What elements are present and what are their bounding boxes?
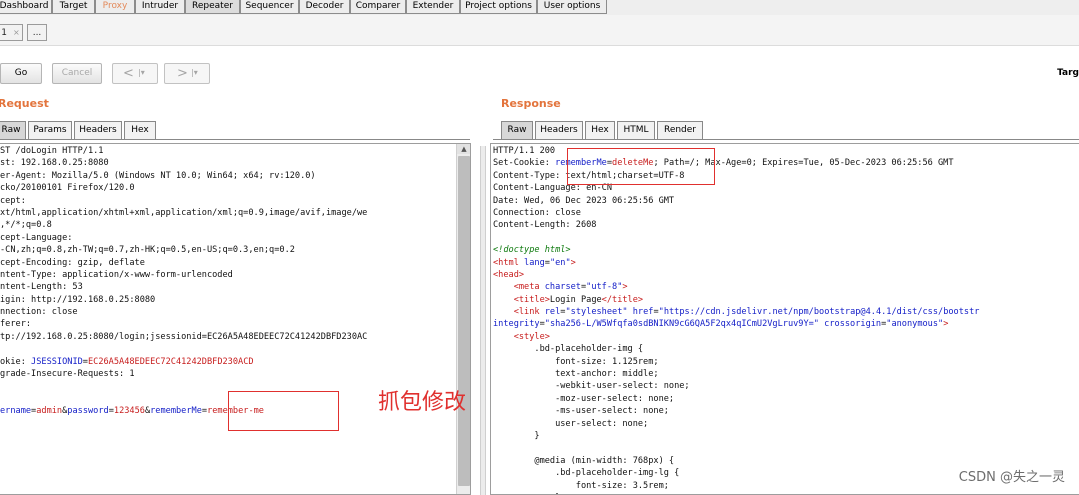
- request-line: cept-Encoding: gzip, deflate: [0, 257, 145, 268]
- request-line: st: 192.168.0.25:8080: [0, 158, 109, 169]
- highlight-box-rememberme-param: [228, 391, 339, 431]
- request-line: ST /doLogin HTTP/1.1: [0, 146, 104, 156]
- tab-repeater[interactable]: Repeater: [185, 0, 240, 14]
- response-line: <style>: [513, 331, 550, 342]
- response-tab-hex[interactable]: Hex: [585, 121, 615, 140]
- request-tab-params[interactable]: Params: [28, 121, 72, 140]
- response-line: Content-Type: text/html;charset=UTF-8: [493, 170, 685, 181]
- response-line: }: [493, 430, 540, 441]
- dropdown-icon: |▾: [138, 68, 145, 77]
- response-line: font-size: 3.5rem;: [493, 480, 669, 491]
- response-line: HTTP/1.1 200: [493, 146, 556, 156]
- response-line: text-anchor: middle;: [493, 369, 659, 380]
- tab-underline: [0, 139, 470, 140]
- request-line: grade-Insecure-Requests: 1: [0, 369, 135, 380]
- request-line: cept-Language:: [0, 232, 73, 243]
- response-tab-html[interactable]: HTML: [617, 121, 655, 140]
- target-label[interactable]: Targ: [1057, 68, 1079, 78]
- request-line: okie: JSESSIONID=EC26A5A48EDEEC72C41242D…: [0, 356, 254, 367]
- response-line: Set-Cookie: rememberMe=deleteMe; Path=/;…: [493, 158, 954, 169]
- tab-user-options[interactable]: User options: [537, 0, 607, 14]
- request-line: -CN,zh;q=0.8,zh-TW;q=0.7,zh-HK;q=0.5,en-…: [0, 245, 295, 256]
- request-line: cko/20100101 Firefox/120.0: [0, 183, 135, 194]
- main-tab-bar: Dashboard Target Proxy Intruder Repeater…: [0, 0, 1079, 16]
- request-line: er-Agent: Mozilla/5.0 (Windows NT 10.0; …: [0, 170, 316, 181]
- response-raw-text[interactable]: HTTP/1.1 200 Set-Cookie: rememberMe=delet…: [493, 145, 980, 494]
- response-title: Response: [501, 97, 561, 110]
- watermark: CSDN @失之一灵: [958, 470, 1065, 485]
- response-line: Content-Length: 2608: [493, 220, 597, 231]
- highlight-box-set-cookie: [567, 148, 715, 185]
- response-line: Date: Wed, 06 Dec 2023 06:25:56 GMT: [493, 195, 675, 206]
- response-line: Content-Language: en-CN: [493, 183, 612, 194]
- request-line: ntent-Type: application/x-www-form-urlen…: [0, 269, 233, 280]
- tab-extender[interactable]: Extender: [406, 0, 460, 14]
- subtab-new[interactable]: ...: [27, 24, 47, 41]
- request-tab-raw[interactable]: Raw: [0, 121, 26, 140]
- subtab-label: 1: [1, 28, 8, 38]
- response-line: user-select: none;: [493, 418, 649, 429]
- request-tab-headers[interactable]: Headers: [74, 121, 122, 140]
- repeater-subtab-bar: 1 × ...: [0, 15, 1079, 45]
- request-scrollbar[interactable]: ▲: [456, 144, 470, 494]
- tab-proxy[interactable]: Proxy: [95, 0, 135, 14]
- response-line: [493, 232, 979, 244]
- response-line: font-size: 1.125rem;: [493, 356, 659, 367]
- response-line: <!doctype html>: [493, 245, 571, 256]
- response-line: @media (min-width: 768px) {: [493, 455, 675, 466]
- response-line: <link rel="stylesheet" href="https://cdn…: [513, 307, 980, 318]
- go-button[interactable]: Go: [0, 63, 42, 84]
- request-line: igin: http://192.168.0.25:8080: [0, 294, 156, 305]
- request-line: cept:: [0, 195, 26, 206]
- scroll-up-icon[interactable]: ▲: [457, 144, 470, 154]
- tab-comparer[interactable]: Comparer: [350, 0, 406, 14]
- request-raw-text[interactable]: ST /doLogin HTTP/1.1 st: 192.168.0.25:808…: [0, 145, 367, 418]
- response-line: .bd-placeholder-img {: [493, 344, 644, 355]
- response-line: integrity="sha256-L/W5Wfqfa0sdBNIKN9cG6Q…: [493, 319, 949, 330]
- response-line: [493, 442, 979, 454]
- tab-decoder[interactable]: Decoder: [299, 0, 350, 14]
- request-line: ,*/*;q=0.8: [0, 220, 52, 231]
- response-line: -webkit-user-select: none;: [493, 381, 690, 392]
- response-line: <head>: [493, 269, 525, 280]
- request-line: tp://192.168.0.25:8080/login;jsessionid=…: [0, 331, 368, 342]
- request-line: ferer:: [0, 319, 32, 330]
- request-line: ntent-Length: 53: [0, 282, 83, 293]
- close-icon[interactable]: ×: [13, 28, 20, 37]
- response-line: -moz-user-select: none;: [493, 393, 675, 404]
- tab-intruder[interactable]: Intruder: [135, 0, 185, 14]
- request-line: nnection: close: [0, 307, 78, 318]
- tab-target[interactable]: Target: [52, 0, 95, 14]
- response-line: <html lang="en">: [493, 257, 576, 268]
- tab-dashboard[interactable]: Dashboard: [0, 0, 52, 14]
- dropdown-icon: |▾: [191, 68, 198, 77]
- response-editor[interactable]: HTTP/1.1 200 Set-Cookie: rememberMe=delet…: [490, 143, 1079, 495]
- response-line: -ms-user-select: none;: [493, 406, 669, 417]
- response-line: <meta charset="utf-8">: [513, 282, 628, 293]
- request-tab-hex[interactable]: Hex: [124, 121, 156, 140]
- tab-underline: [493, 139, 1079, 140]
- forward-button[interactable]: > |▾: [164, 63, 210, 84]
- request-line: xt/html,application/xhtml+xml,applicatio…: [0, 207, 368, 218]
- tab-sequencer[interactable]: Sequencer: [240, 0, 299, 14]
- response-line: <title>Login Page</title>: [513, 294, 644, 305]
- scroll-thumb[interactable]: [458, 156, 470, 486]
- request-title: Request: [0, 97, 49, 110]
- chevron-left-icon: <: [123, 66, 134, 81]
- subtab-1[interactable]: 1 ×: [0, 24, 23, 41]
- response-tab-raw[interactable]: Raw: [501, 121, 533, 140]
- split-pane-divider[interactable]: [480, 146, 486, 495]
- cancel-button[interactable]: Cancel: [52, 63, 102, 84]
- toolbar-area: [0, 45, 1079, 60]
- response-line: .bd-placeholder-img-lg {: [493, 468, 680, 479]
- response-line: Connection: close: [493, 207, 581, 218]
- response-tab-headers[interactable]: Headers: [535, 121, 583, 140]
- request-editor[interactable]: ST /doLogin HTTP/1.1 st: 192.168.0.25:808…: [0, 143, 471, 495]
- chevron-right-icon: >: [177, 66, 188, 81]
- annotation-text: 抓包修改: [378, 390, 467, 415]
- response-tab-render[interactable]: Render: [657, 121, 703, 140]
- tab-project-options[interactable]: Project options: [460, 0, 537, 14]
- request-line: [0, 343, 367, 355]
- back-button[interactable]: < |▾: [112, 63, 158, 84]
